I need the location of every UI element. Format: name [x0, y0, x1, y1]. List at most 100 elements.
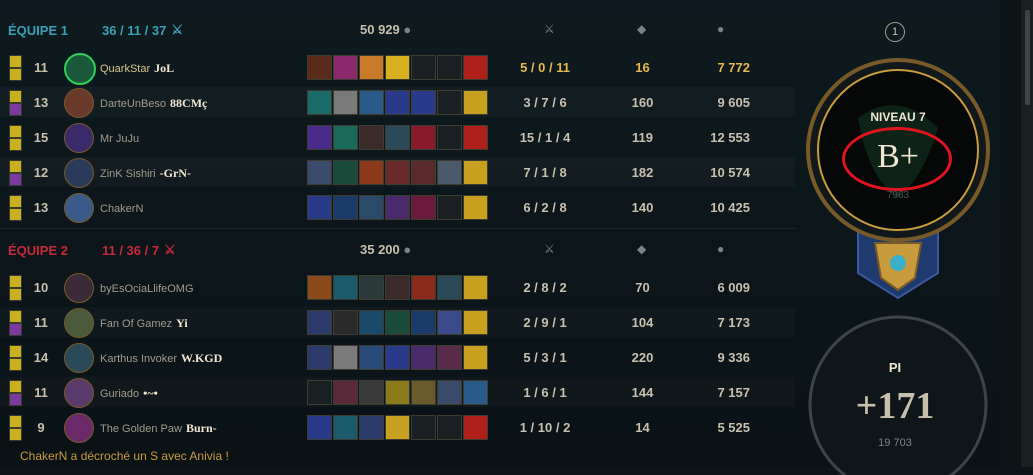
item-slot[interactable] — [463, 160, 488, 185]
item-slot[interactable] — [411, 380, 436, 405]
champion-portrait-icon[interactable] — [64, 273, 94, 303]
item-slot[interactable] — [411, 160, 436, 185]
item-slot[interactable] — [437, 380, 462, 405]
item-slot[interactable] — [333, 125, 358, 150]
item-slot[interactable] — [333, 55, 358, 80]
champion-portrait-icon[interactable] — [64, 158, 94, 188]
player-name[interactable]: QuarkStar JoL — [100, 61, 174, 76]
player-row[interactable]: 9 The Golden Paw Burn- 1 / 10 / 2 14 5 525 — [0, 412, 795, 443]
item-slot[interactable] — [411, 345, 436, 370]
item-slot[interactable] — [463, 345, 488, 370]
item-slot[interactable] — [411, 125, 436, 150]
item-slot[interactable] — [463, 195, 488, 220]
item-slot[interactable] — [333, 380, 358, 405]
item-slot[interactable] — [463, 275, 488, 300]
scrollbar-thumb[interactable] — [1025, 10, 1030, 105]
item-slot[interactable] — [359, 310, 384, 335]
item-slot[interactable] — [385, 415, 410, 440]
item-slot[interactable] — [333, 310, 358, 335]
player-name[interactable]: DarteUnBeso 88CMç — [100, 96, 207, 111]
item-slot[interactable] — [333, 345, 358, 370]
player-name[interactable]: Guriado •~• — [100, 386, 158, 401]
item-slot[interactable] — [307, 275, 332, 300]
item-slot[interactable] — [385, 345, 410, 370]
item-slot[interactable] — [437, 345, 462, 370]
item-slot[interactable] — [307, 55, 332, 80]
item-slot[interactable] — [437, 160, 462, 185]
item-slot[interactable] — [411, 55, 436, 80]
player-name[interactable]: ZinK Sishiri -GrN- — [100, 166, 191, 181]
champion-portrait-icon[interactable] — [64, 53, 96, 85]
champion-portrait-icon[interactable] — [64, 123, 94, 153]
item-slot[interactable] — [307, 310, 332, 335]
player-name[interactable]: The Golden Paw Burn- — [100, 421, 217, 436]
player-name[interactable]: ChakerN — [100, 201, 147, 216]
player-name[interactable]: Fan Of Gamez Yi — [100, 316, 188, 331]
item-slot[interactable] — [385, 275, 410, 300]
item-slot[interactable] — [333, 275, 358, 300]
item-slot[interactable] — [437, 55, 462, 80]
champion-portrait-icon[interactable] — [64, 413, 94, 443]
item-slot[interactable] — [463, 90, 488, 115]
champion-portrait-icon[interactable] — [64, 343, 94, 373]
player-row[interactable]: 11 QuarkStar JoL 5 / 0 / 11 16 7 772 — [0, 52, 795, 85]
champion-portrait-icon[interactable] — [64, 88, 94, 118]
item-slot[interactable] — [359, 345, 384, 370]
player-row[interactable]: 11 Fan Of Gamez Yi 2 / 9 / 1 104 7 173 — [0, 307, 795, 338]
item-slot[interactable] — [333, 415, 358, 440]
player-row[interactable]: 13 DarteUnBeso 88CMç 3 / 7 / 6 160 9 605 — [0, 87, 795, 118]
item-slot[interactable] — [463, 310, 488, 335]
item-slot[interactable] — [385, 160, 410, 185]
champion-portrait-icon[interactable] — [64, 378, 94, 408]
item-slot[interactable] — [359, 380, 384, 405]
item-slot[interactable] — [307, 125, 332, 150]
item-slot[interactable] — [359, 125, 384, 150]
item-slot[interactable] — [385, 310, 410, 335]
item-slot[interactable] — [333, 160, 358, 185]
item-slot[interactable] — [333, 90, 358, 115]
item-slot[interactable] — [307, 90, 332, 115]
item-slot[interactable] — [385, 90, 410, 115]
item-slot[interactable] — [385, 55, 410, 80]
item-slot[interactable] — [437, 90, 462, 115]
item-slot[interactable] — [359, 160, 384, 185]
player-name[interactable]: byEsOciaLlifeOMG — [100, 281, 198, 296]
item-slot[interactable] — [307, 195, 332, 220]
item-slot[interactable] — [307, 345, 332, 370]
item-slot[interactable] — [411, 415, 436, 440]
item-slot[interactable] — [463, 380, 488, 405]
item-slot[interactable] — [463, 55, 488, 80]
item-slot[interactable] — [359, 415, 384, 440]
player-name[interactable]: Karthus Invoker W.KGD — [100, 351, 222, 366]
item-slot[interactable] — [359, 55, 384, 80]
item-slot[interactable] — [437, 310, 462, 335]
item-slot[interactable] — [463, 125, 488, 150]
item-slot[interactable] — [307, 415, 332, 440]
player-row[interactable]: 11 Guriado •~• 1 / 6 / 1 144 7 157 — [0, 377, 795, 408]
item-slot[interactable] — [385, 125, 410, 150]
item-slot[interactable] — [411, 90, 436, 115]
item-slot[interactable] — [359, 90, 384, 115]
item-slot[interactable] — [359, 195, 384, 220]
player-row[interactable]: 13 ChakerN 6 / 2 / 8 140 10 425 — [0, 192, 795, 223]
item-slot[interactable] — [307, 160, 332, 185]
item-slot[interactable] — [437, 125, 462, 150]
player-row[interactable]: 14 Karthus Invoker W.KGD 5 / 3 / 1 220 9 336 — [0, 342, 795, 373]
champion-portrait-icon[interactable] — [64, 308, 94, 338]
item-slot[interactable] — [411, 195, 436, 220]
player-row[interactable]: 12 ZinK Sishiri -GrN- 7 / 1 / 8 182 10 574 — [0, 157, 795, 188]
item-slot[interactable] — [385, 380, 410, 405]
item-slot[interactable] — [411, 275, 436, 300]
item-slot[interactable] — [411, 310, 436, 335]
champion-portrait-icon[interactable] — [64, 193, 94, 223]
item-slot[interactable] — [437, 275, 462, 300]
item-slot[interactable] — [333, 195, 358, 220]
player-row[interactable]: 10 byEsOciaLlifeOMG 2 / 8 / 2 70 6 009 — [0, 272, 795, 303]
scrollbar[interactable] — [1021, 0, 1033, 467]
item-slot[interactable] — [359, 275, 384, 300]
item-slot[interactable] — [437, 415, 462, 440]
item-slot[interactable] — [385, 195, 410, 220]
player-name[interactable]: Mr JuJu — [100, 131, 143, 146]
item-slot[interactable] — [463, 415, 488, 440]
player-row[interactable]: 15 Mr JuJu 15 / 1 / 4 119 12 553 — [0, 122, 795, 153]
